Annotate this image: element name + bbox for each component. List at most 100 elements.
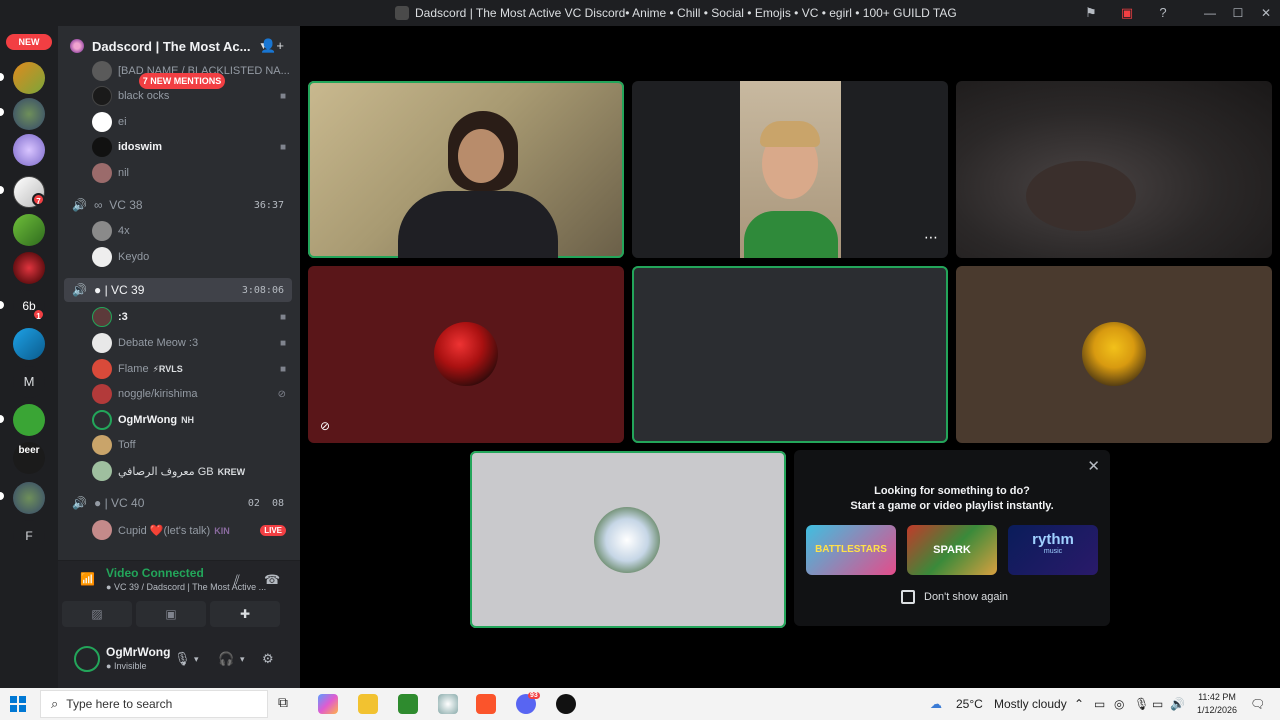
weather-desc[interactable]: Mostly cloudy bbox=[994, 697, 1067, 711]
help-icon[interactable]: ? bbox=[1154, 4, 1172, 22]
video-tile[interactable] bbox=[956, 81, 1272, 258]
chevron-down-icon[interactable]: ▾ bbox=[194, 654, 199, 665]
camera-icon: ■ bbox=[279, 337, 286, 349]
voice-channel-vc38[interactable]: 🔊 ∞ VC 38 36:37 bbox=[64, 193, 292, 217]
task-view-icon[interactable]: ⧉ bbox=[278, 694, 298, 714]
brave-icon[interactable] bbox=[476, 694, 496, 714]
inbox-icon[interactable]: ▣ bbox=[1118, 4, 1136, 22]
activity-rythm[interactable]: rythm music bbox=[1008, 525, 1098, 575]
notifications-icon[interactable]: 🗨 bbox=[1250, 697, 1265, 711]
dont-show-checkbox[interactable] bbox=[901, 590, 915, 604]
guild-icon[interactable] bbox=[13, 214, 45, 246]
voice-member[interactable]: Keydo bbox=[58, 244, 300, 270]
voice-member[interactable]: 4x bbox=[58, 218, 300, 244]
network-icon[interactable]: ▭ bbox=[1152, 697, 1163, 711]
guild-icon-f[interactable]: F bbox=[13, 520, 45, 552]
dont-show-label[interactable]: Don't show again bbox=[924, 591, 1008, 603]
weather-icon[interactable]: ☁ bbox=[930, 697, 942, 711]
disconnect-icon[interactable]: ☎ bbox=[264, 572, 280, 588]
voice-member[interactable]: noggle/kirishima ⊘ bbox=[58, 381, 300, 407]
voice-status[interactable]: Video Connected bbox=[106, 566, 204, 580]
new-mentions-pill[interactable]: 7 NEW MENTIONS bbox=[139, 73, 225, 89]
guild-icon[interactable] bbox=[13, 404, 45, 436]
camera-icon: ■ bbox=[279, 90, 286, 102]
unread-pip bbox=[0, 108, 4, 116]
participant-face bbox=[1026, 161, 1136, 231]
member-name: nil bbox=[118, 167, 130, 179]
guild-list: NEW 7 6b 1 M beer F bbox=[0, 26, 58, 688]
voice-member[interactable]: معروف الرصافي GB KREW bbox=[58, 458, 300, 484]
video-tile[interactable] bbox=[956, 266, 1272, 443]
weather-temp[interactable]: 25°C bbox=[956, 697, 983, 711]
voice-member[interactable]: OgMrWong NH bbox=[58, 407, 300, 433]
guild-icon-beer[interactable]: beer bbox=[13, 442, 45, 474]
app-icon[interactable] bbox=[556, 694, 576, 714]
voice-channel-vc39[interactable]: 🔊 ● | VC 39 3:08:06 bbox=[64, 278, 292, 302]
video-tile[interactable]: ⊘ bbox=[308, 266, 624, 443]
taskbar-search[interactable]: ⌕ Type here to search bbox=[40, 690, 268, 718]
voice-channel-vc40[interactable]: 🔊 ● | VC 40 02 08 bbox=[64, 491, 292, 515]
guild-icon[interactable] bbox=[13, 252, 45, 284]
noise-suppression-icon[interactable]: ⫽ bbox=[234, 572, 240, 588]
add-user-icon[interactable]: 👤+ bbox=[260, 38, 284, 54]
guild-icon[interactable] bbox=[13, 62, 45, 94]
volume-icon[interactable]: 🔊 bbox=[1170, 697, 1185, 711]
muted-icon: ⊘ bbox=[277, 388, 286, 400]
guild-icon-m[interactable]: M bbox=[13, 366, 45, 398]
signal-icon[interactable]: 📶 bbox=[80, 572, 95, 586]
activity-spark[interactable]: SPARK bbox=[907, 525, 997, 575]
voice-member[interactable]: Toff bbox=[58, 432, 300, 458]
voice-member[interactable]: Cupid ❤️(let's talk) KIN LIVE bbox=[58, 517, 300, 543]
minimize-icon[interactable]: — bbox=[1196, 0, 1224, 26]
participant-body bbox=[744, 211, 838, 258]
start-button[interactable] bbox=[10, 696, 26, 712]
flag-icon[interactable]: ⚑ bbox=[1082, 4, 1100, 22]
video-tile[interactable] bbox=[470, 451, 786, 628]
guild-icon[interactable] bbox=[13, 482, 45, 514]
headphones-icon[interactable]: 🎧 bbox=[218, 651, 234, 667]
activity-rythm-sub: music bbox=[1043, 548, 1063, 555]
guild-icon[interactable] bbox=[13, 98, 45, 130]
chevron-up-icon[interactable]: ⌃ bbox=[1074, 697, 1084, 711]
copilot-icon[interactable] bbox=[318, 694, 338, 714]
voice-channel-info[interactable]: ● VC 39 / Dadscord | The Most Active ... bbox=[106, 582, 266, 592]
tray-icon[interactable]: ▭ bbox=[1094, 697, 1105, 711]
guild-icon[interactable] bbox=[13, 328, 45, 360]
app-icon[interactable] bbox=[438, 694, 458, 714]
voice-member[interactable]: Debate Meow :3 ■ bbox=[58, 330, 300, 356]
video-tile[interactable]: ⋯ bbox=[632, 81, 948, 258]
minecraft-icon[interactable] bbox=[398, 694, 418, 714]
video-tile[interactable] bbox=[308, 81, 624, 258]
voice-member[interactable]: Flame ⚡RVLS ■ bbox=[58, 356, 300, 382]
camera-button[interactable]: ▨ bbox=[62, 601, 132, 627]
microphone-icon[interactable]: 🎙 bbox=[174, 651, 191, 667]
new-badge[interactable]: NEW bbox=[6, 34, 52, 50]
avatar bbox=[92, 435, 112, 455]
guild-icon[interactable] bbox=[13, 134, 45, 166]
unread-pip bbox=[0, 73, 4, 81]
activities-button[interactable]: ✚ bbox=[210, 601, 280, 627]
more-options-icon[interactable]: ⋯ bbox=[924, 229, 938, 246]
maximize-icon[interactable]: ☐ bbox=[1224, 0, 1252, 26]
settings-gear-icon[interactable]: ⚙ bbox=[262, 651, 274, 667]
voice-member[interactable]: :3 ■ bbox=[58, 304, 300, 330]
user-avatar[interactable] bbox=[74, 646, 100, 672]
discord-badge: 93 bbox=[528, 692, 540, 699]
clock[interactable]: 11:42 PM 1/12/2026 bbox=[1192, 691, 1242, 717]
mic-tray-icon[interactable]: 🎙 bbox=[1134, 697, 1149, 711]
file-explorer-icon[interactable] bbox=[358, 694, 378, 714]
close-icon[interactable]: ✕ bbox=[1252, 0, 1280, 26]
voice-member[interactable]: ei bbox=[58, 109, 300, 135]
member-name: 4x bbox=[118, 225, 130, 237]
voice-member[interactable]: idoswim ■ bbox=[58, 134, 300, 160]
video-tile[interactable] bbox=[632, 266, 948, 443]
tray-icon[interactable]: ◎ bbox=[1114, 697, 1124, 711]
user-name[interactable]: OgMrWong bbox=[106, 645, 170, 659]
close-icon[interactable]: ✕ bbox=[1087, 457, 1100, 475]
chevron-down-icon[interactable]: ▾ bbox=[240, 654, 245, 665]
activity-battlestars[interactable]: BATTLESTARS bbox=[806, 525, 896, 575]
voice-member[interactable]: nil bbox=[58, 160, 300, 186]
mention-count-badge: 7 bbox=[32, 193, 45, 206]
channel-name: ∞ VC 38 bbox=[94, 198, 143, 212]
screenshare-button[interactable]: ▣ bbox=[136, 601, 206, 627]
